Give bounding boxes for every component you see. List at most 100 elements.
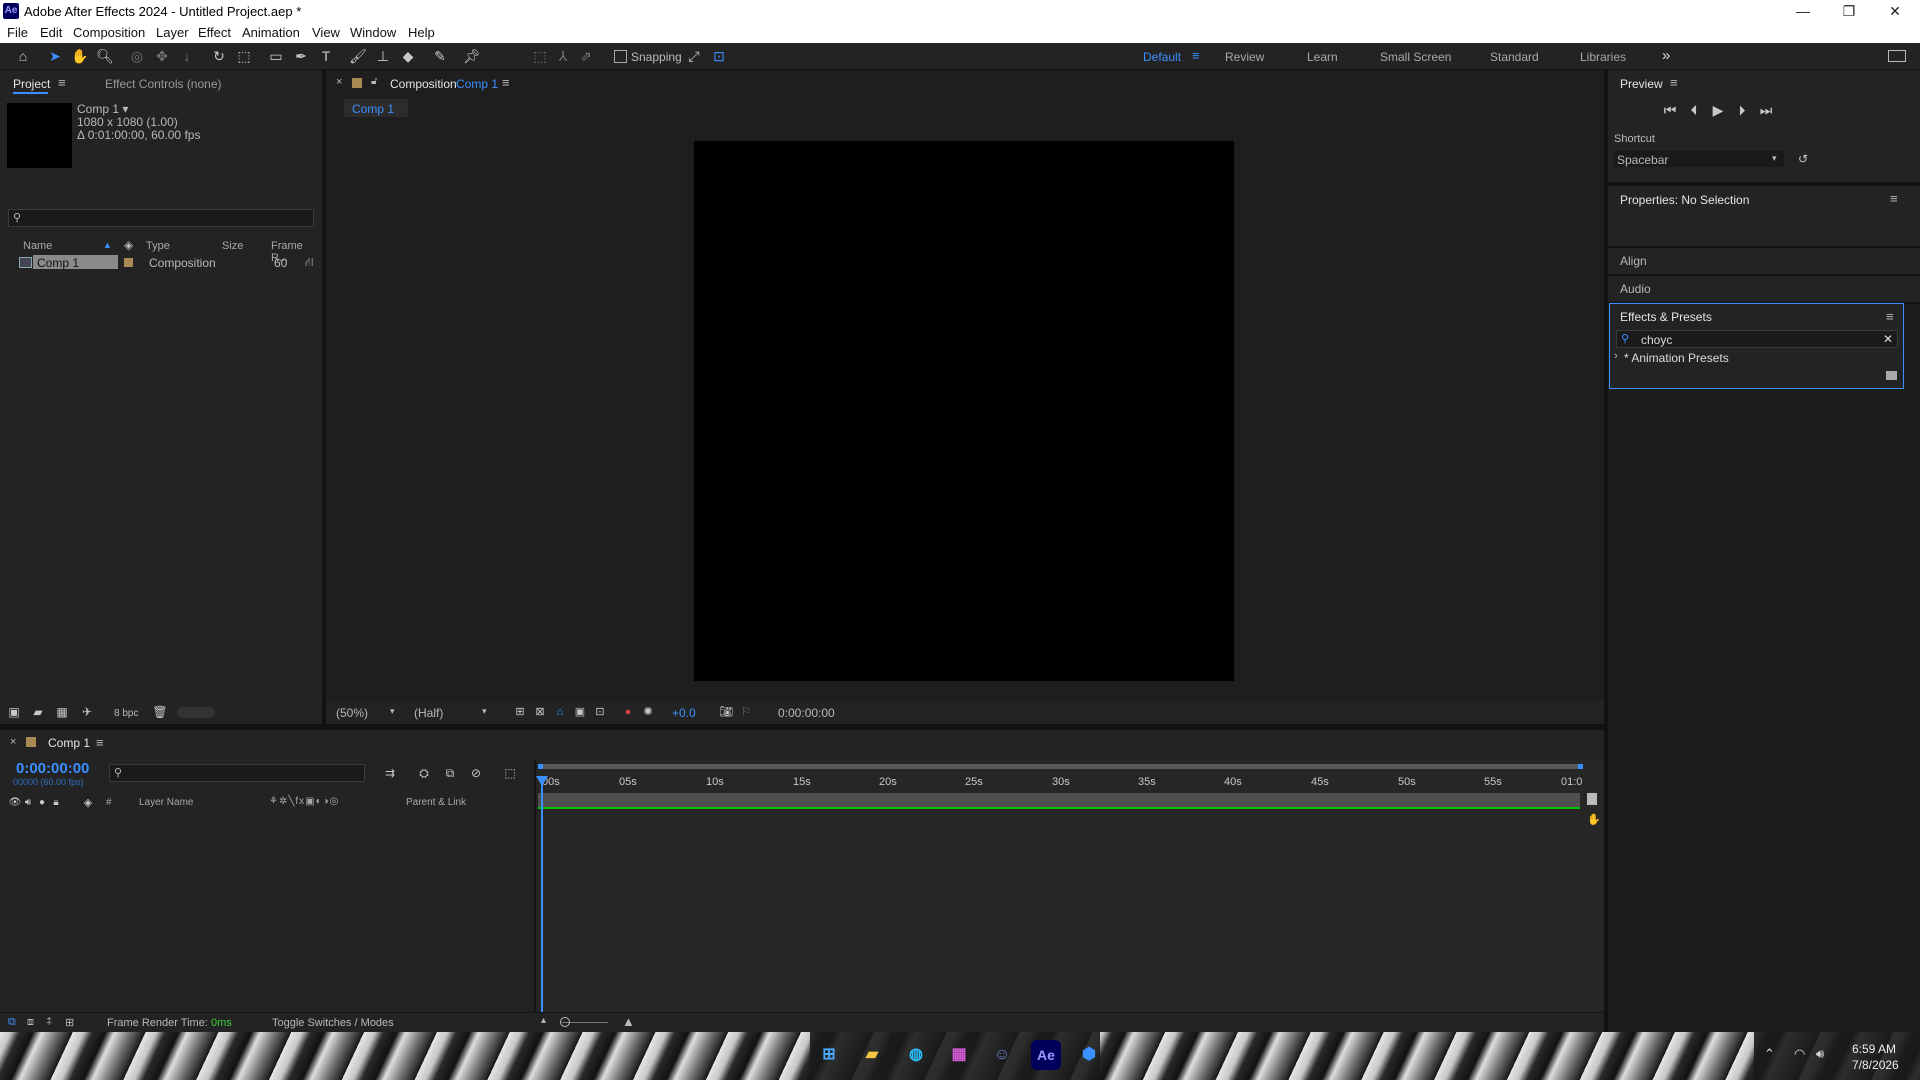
thumbnail-slider[interactable]: [177, 707, 215, 718]
sort-ascending-icon[interactable]: ▲: [103, 240, 112, 250]
search-help-icon[interactable]: [1888, 50, 1906, 62]
close-tab-icon[interactable]: ×: [336, 76, 342, 88]
comp-marker-bin-icon[interactable]: [1587, 793, 1597, 805]
first-frame-icon[interactable]: ⏮: [1660, 101, 1680, 119]
color-channels-icon[interactable]: ●: [618, 703, 638, 721]
work-area-start[interactable]: [538, 764, 543, 769]
label-tag-icon[interactable]: ◈: [124, 238, 133, 252]
draft-3d-icon[interactable]: ⛭: [414, 764, 434, 782]
menu-effect[interactable]: Effect: [198, 25, 231, 40]
shy-layers-icon[interactable]: ⧉: [440, 764, 460, 782]
minimize-button[interactable]: —: [1780, 0, 1826, 22]
puppet-pin-tool-icon[interactable]: 📌︎: [462, 47, 482, 65]
play-icon[interactable]: ▶: [1708, 101, 1728, 119]
show-snapshot-icon[interactable]: ⚐: [736, 703, 756, 721]
axis-view-icon[interactable]: ⇗: [576, 47, 596, 65]
table-row[interactable]: Comp 1 Composition 60 ⛙: [2, 254, 318, 272]
new-preset-folder-icon[interactable]: [1886, 371, 1897, 380]
close-button[interactable]: ✕: [1872, 0, 1918, 22]
region-of-interest-icon[interactable]: ▣: [570, 703, 590, 721]
transfer-controls-icon[interactable]: ⧈: [27, 1016, 34, 1029]
rotate-tool-icon[interactable]: ↻: [209, 47, 229, 65]
resolution-dropdown[interactable]: (Half) ▾: [412, 704, 492, 720]
trash-icon[interactable]: 🗑︎: [150, 703, 170, 721]
mask-visibility-icon[interactable]: ⌂: [550, 703, 570, 721]
in-out-icon[interactable]: ⍏: [46, 1016, 53, 1029]
rectangle-tool-icon[interactable]: ▭: [266, 47, 286, 65]
app-icon[interactable]: ▦: [944, 1040, 974, 1070]
roto-brush-tool-icon[interactable]: ✎: [430, 47, 450, 65]
app-b-icon[interactable]: ⬢: [1074, 1040, 1104, 1070]
tab-project[interactable]: Project: [13, 77, 50, 91]
workspace-overflow-button[interactable]: »: [1662, 47, 1670, 64]
type-tool-icon[interactable]: T: [316, 47, 336, 65]
menu-window[interactable]: Window: [350, 25, 396, 40]
interpret-footage-icon[interactable]: ▣: [4, 703, 24, 721]
menu-composition[interactable]: Composition: [73, 25, 145, 40]
windows-start-icon[interactable]: ⊞: [814, 1040, 844, 1070]
comp-subtab[interactable]: Comp 1: [344, 99, 408, 117]
axis-world-icon[interactable]: ⅄: [553, 47, 573, 65]
eraser-tool-icon[interactable]: ◆: [398, 47, 418, 65]
transparency-grid-icon[interactable]: ⊠: [530, 703, 550, 721]
comp-tab-prefix[interactable]: Composition: [390, 77, 457, 91]
grid-guides-icon[interactable]: ⊡: [590, 703, 610, 721]
file-explorer-icon[interactable]: ▰: [857, 1040, 887, 1070]
layer-switches-icon[interactable]: ⧉: [8, 1016, 16, 1029]
timeline-timecode[interactable]: 0:00:00:00: [16, 760, 89, 777]
align-panel[interactable]: Align: [1608, 248, 1920, 274]
close-timeline-icon[interactable]: ×: [10, 736, 16, 748]
reset-icon[interactable]: ↺: [1793, 150, 1813, 168]
project-search-input[interactable]: ⚲: [8, 209, 314, 227]
menu-edit[interactable]: Edit: [40, 25, 62, 40]
new-composition-icon[interactable]: ▦: [52, 703, 72, 721]
zoom-dropdown[interactable]: (50%) ▾: [334, 704, 400, 720]
discord-icon[interactable]: ☺: [987, 1040, 1017, 1070]
menu-layer[interactable]: Layer: [156, 25, 189, 40]
graph-editor-icon[interactable]: ⬚: [500, 764, 520, 782]
workspace-small-screen[interactable]: Small Screen: [1380, 50, 1451, 64]
pan-behind-tool-icon[interactable]: ⬚: [234, 47, 254, 65]
lock-icon[interactable]: 🔒︎: [46, 794, 66, 812]
comp-mini-flowchart-icon[interactable]: ⇉: [380, 764, 400, 782]
menu-help[interactable]: Help: [408, 25, 435, 40]
orbit-tool-icon[interactable]: ◎: [127, 47, 147, 65]
volume-icon[interactable]: 🔊︎: [1816, 1046, 1824, 1062]
lock-icon[interactable]: 🔓︎: [371, 76, 377, 87]
tab-effect-controls[interactable]: Effect Controls (none): [105, 77, 222, 91]
pan-tool-icon[interactable]: ✥: [152, 47, 172, 65]
pen-tool-icon[interactable]: ✒: [291, 47, 311, 65]
shortcut-dropdown[interactable]: Spacebar ▾: [1614, 151, 1784, 167]
properties-menu-icon[interactable]: ≡: [1890, 191, 1898, 206]
selection-tool-icon[interactable]: ➤: [45, 47, 65, 65]
item-name[interactable]: Comp 1 ▾: [77, 102, 128, 116]
work-area-end[interactable]: [1578, 764, 1583, 769]
comp-panel-menu-icon[interactable]: ≡: [502, 75, 510, 90]
dolly-tool-icon[interactable]: ↓: [177, 47, 197, 65]
zoom-tool-icon[interactable]: 🔍︎: [95, 47, 115, 65]
toggle-switches-modes[interactable]: Toggle Switches / Modes: [272, 1017, 394, 1029]
comp-button-icon[interactable]: ✋: [1587, 813, 1601, 826]
render-time-icon[interactable]: ⊞: [65, 1016, 74, 1029]
timeline-tab[interactable]: Comp 1: [48, 736, 90, 750]
comp-duration-bar[interactable]: [538, 793, 1580, 807]
snap-features-icon[interactable]: ⊡: [709, 47, 729, 65]
home-icon[interactable]: ⌂: [13, 47, 33, 65]
workspace-libraries[interactable]: Libraries: [1580, 50, 1626, 64]
reset-exposure-icon[interactable]: ✺: [638, 703, 658, 721]
maximize-button[interactable]: ❐: [1826, 0, 1872, 22]
animation-presets-item[interactable]: * Animation Presets: [1624, 351, 1729, 365]
playhead-line[interactable]: [541, 776, 543, 1012]
edge-browser-icon[interactable]: ◍: [901, 1040, 931, 1070]
col-type[interactable]: Type: [146, 240, 170, 252]
workspace-standard[interactable]: Standard: [1490, 50, 1539, 64]
new-folder-icon[interactable]: ▰: [28, 703, 48, 721]
clock-time[interactable]: 6:59 AM: [1852, 1042, 1896, 1056]
after-effects-taskbar-icon[interactable]: Ae: [1031, 1040, 1061, 1070]
timeline-menu-icon[interactable]: ≡: [96, 735, 104, 750]
axis-local-icon[interactable]: ⬚: [530, 47, 550, 65]
preview-menu-icon[interactable]: ≡: [1670, 75, 1678, 90]
wifi-icon[interactable]: ◠: [1794, 1046, 1805, 1062]
effects-search-input[interactable]: ⚲ choyc ✕: [1616, 330, 1898, 348]
zoom-in-icon[interactable]: ▲: [622, 1014, 635, 1029]
